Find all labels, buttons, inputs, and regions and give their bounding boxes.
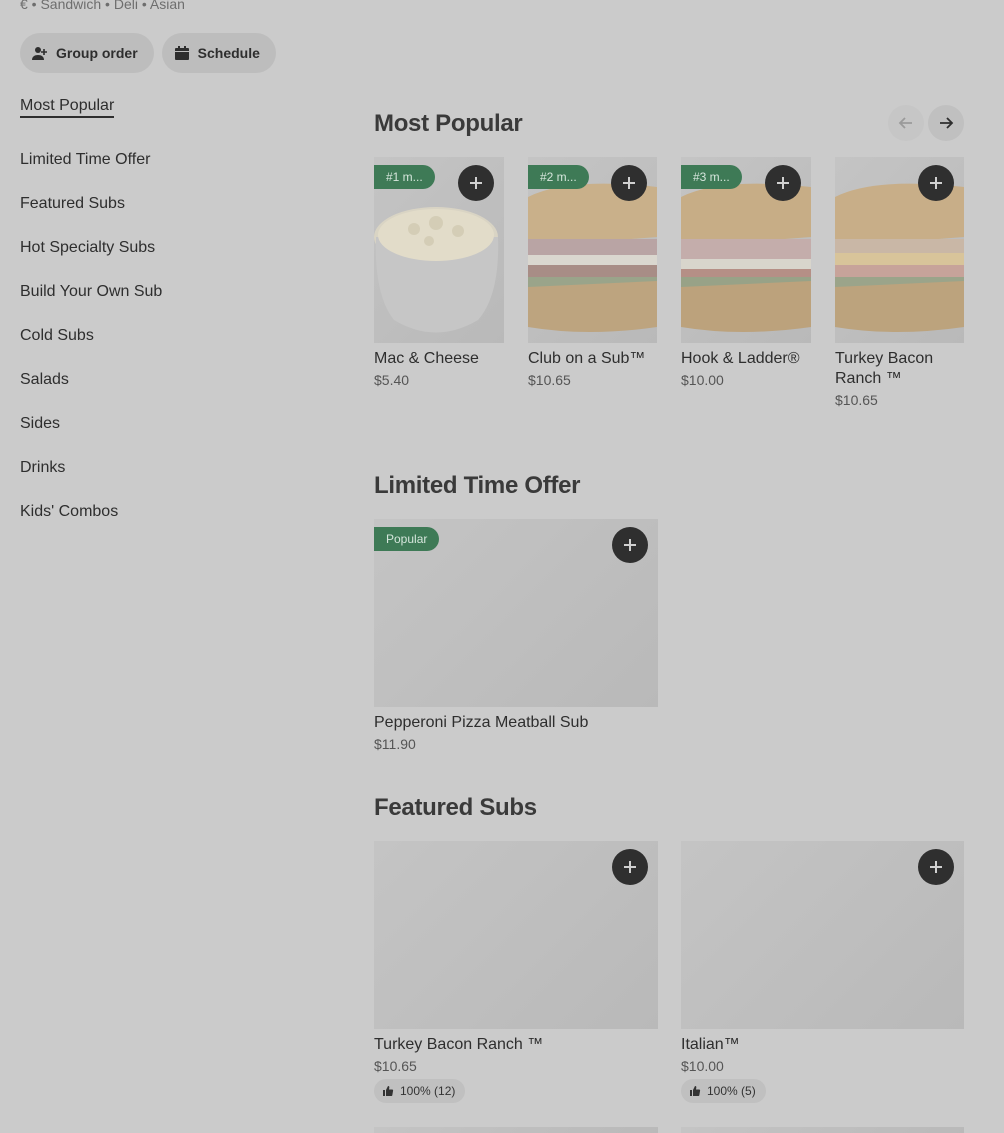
plus-icon xyxy=(624,539,636,551)
sidebar-item-label: Build Your Own Sub xyxy=(20,283,163,300)
menu-item-card[interactable]: #1 m... Mac & Cheese $5.40 xyxy=(374,157,504,388)
arrow-left-icon xyxy=(898,117,912,129)
sidebar-item-sides[interactable]: Sides xyxy=(20,402,320,446)
turkey-bacon-ranch-sub-image xyxy=(835,157,964,343)
item-name: Mac & Cheese xyxy=(374,350,479,367)
store-meta: € • Sandwich • Deli • Asian xyxy=(20,0,185,12)
sidebar-item-label: Salads xyxy=(20,371,69,388)
action-row: Group order Schedule xyxy=(20,33,276,73)
carousel-prev-button[interactable] xyxy=(888,105,924,141)
item-price: $11.90 xyxy=(374,736,416,752)
add-person-icon xyxy=(32,47,47,60)
sidebar-item-label: Most Popular xyxy=(20,97,115,118)
item-name: Pepperoni Pizza Meatball Sub xyxy=(374,714,589,731)
arrow-right-icon xyxy=(940,117,954,129)
item-name: Turkey Bacon Ranch ™ xyxy=(374,1036,544,1053)
limited-time-offer-heading: Limited Time Offer xyxy=(374,472,581,499)
sidebar-item-label: Featured Subs xyxy=(20,195,125,212)
sidebar-item-kids-combos[interactable]: Kids' Combos xyxy=(20,490,320,534)
sidebar-item-most-popular[interactable]: Most Popular xyxy=(20,94,320,120)
carousel-next-button[interactable] xyxy=(928,105,964,141)
add-to-cart-button[interactable] xyxy=(765,165,801,201)
thumbs-up-icon xyxy=(690,1086,701,1096)
plus-icon xyxy=(470,177,482,189)
item-price: $10.00 xyxy=(681,372,724,388)
rating-text: 100% (12) xyxy=(400,1084,456,1098)
menu-item-card[interactable]: Turkey Bacon Ranch ™ $10.65 100% (12) xyxy=(374,841,658,1103)
item-price: $10.00 xyxy=(681,1058,724,1074)
sidebar-item-drinks[interactable]: Drinks xyxy=(20,446,320,490)
menu-item-card[interactable]: #2 m... Club on a Sub™ $10.65 xyxy=(528,157,657,388)
rating-badge: 100% (5) xyxy=(681,1079,766,1103)
mac-and-cheese-image: #1 m... xyxy=(374,157,504,343)
plus-icon xyxy=(930,861,942,873)
item-price: $10.65 xyxy=(528,372,571,388)
popular-badge: Popular xyxy=(374,527,440,551)
sidebar-item-label: Sides xyxy=(20,415,61,432)
hook-ladder-sub-image: #3 m... xyxy=(681,157,811,343)
add-to-cart-button[interactable] xyxy=(458,165,494,201)
rank-badge: #1 m... xyxy=(374,165,435,189)
schedule-label: Schedule xyxy=(197,45,260,61)
sidebar-item-build-your-own-sub[interactable]: Build Your Own Sub xyxy=(20,270,320,314)
menu-category-nav: Most Popular Limited Time Offer Featured… xyxy=(20,94,320,534)
item-name: Hook & Ladder® xyxy=(681,350,800,367)
item-price: $10.65 xyxy=(374,1058,417,1074)
menu-item-card[interactable]: Turkey Bacon Ranch ™ $10.65 xyxy=(835,157,964,408)
featured-subs-heading: Featured Subs xyxy=(374,794,537,821)
sidebar-item-cold-subs[interactable]: Cold Subs xyxy=(20,314,320,358)
sidebar-item-label: Cold Subs xyxy=(20,327,94,344)
sidebar-item-hot-specialty-subs[interactable]: Hot Specialty Subs xyxy=(20,226,320,270)
item-image xyxy=(374,841,658,1029)
add-to-cart-button[interactable] xyxy=(612,849,648,885)
item-name: Club on a Sub™ xyxy=(528,350,646,367)
sidebar-item-label: Drinks xyxy=(20,459,66,476)
add-to-cart-button[interactable] xyxy=(918,849,954,885)
item-name: Turkey Bacon Ranch ™ xyxy=(835,350,934,387)
rank-badge: #3 m... xyxy=(681,165,742,189)
add-to-cart-button[interactable] xyxy=(612,527,648,563)
plus-icon xyxy=(623,177,635,189)
club-sub-image: #2 m... xyxy=(528,157,657,343)
add-to-cart-button[interactable] xyxy=(611,165,647,201)
sidebar-item-label: Limited Time Offer xyxy=(20,151,151,168)
item-image xyxy=(374,1127,658,1133)
plus-icon xyxy=(777,177,789,189)
item-price: $10.65 xyxy=(835,392,878,408)
sidebar-item-salads[interactable]: Salads xyxy=(20,358,320,402)
menu-item-card[interactable]: Italian™ $10.00 100% (5) xyxy=(681,841,964,1103)
sidebar-item-limited-time-offer[interactable]: Limited Time Offer xyxy=(20,138,320,182)
plus-icon xyxy=(930,177,942,189)
rating-badge: 100% (12) xyxy=(374,1079,466,1103)
thumbs-up-icon xyxy=(383,1086,394,1096)
sidebar-item-label: Hot Specialty Subs xyxy=(20,239,156,256)
item-name: Italian™ xyxy=(681,1036,740,1053)
sidebar-item-featured-subs[interactable]: Featured Subs xyxy=(20,182,320,226)
item-image xyxy=(681,1127,964,1133)
menu-item-card[interactable]: #3 m... Hook & Ladder® $10.00 xyxy=(681,157,811,388)
rating-text: 100% (5) xyxy=(707,1084,756,1098)
plus-icon xyxy=(624,861,636,873)
item-image: Popular xyxy=(374,519,658,707)
item-price: $5.40 xyxy=(374,372,410,388)
most-popular-heading: Most Popular xyxy=(374,110,523,137)
schedule-button[interactable]: Schedule xyxy=(161,33,276,73)
group-order-button[interactable]: Group order xyxy=(20,33,154,73)
menu-item-card[interactable]: Popular Pepperoni Pizza Meatball Sub $11… xyxy=(374,519,658,752)
group-order-label: Group order xyxy=(56,45,138,61)
item-image xyxy=(681,841,964,1029)
add-to-cart-button[interactable] xyxy=(918,165,954,201)
calendar-icon xyxy=(174,46,189,60)
sidebar-item-label: Kids' Combos xyxy=(20,503,119,520)
rank-badge: #2 m... xyxy=(528,165,589,189)
